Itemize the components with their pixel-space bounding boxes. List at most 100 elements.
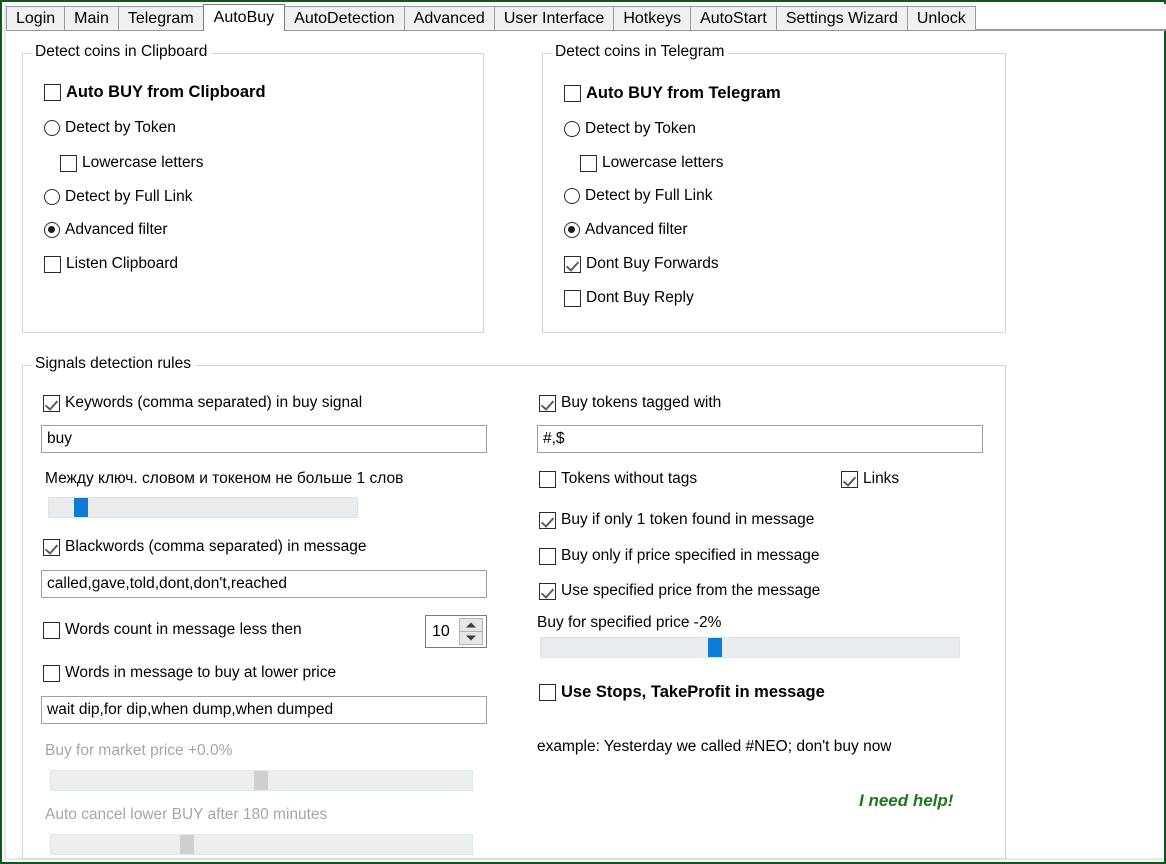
words-count-checkbox[interactable] — [43, 621, 60, 639]
clipboard-advanced-filter-label: Advanced filter — [65, 221, 168, 238]
telegram-lowercase-letters-checkbox[interactable] — [580, 154, 597, 172]
tab-autostart[interactable]: AutoStart — [690, 6, 777, 30]
distance-slider-track[interactable] — [48, 497, 358, 518]
i-need-help-link[interactable]: I need help! — [859, 791, 953, 811]
market-price-slider-label: Buy for market price +0.0% — [45, 742, 233, 759]
words-count-value[interactable]: 10 — [426, 616, 459, 647]
words-count-row[interactable]: Words count in message less then — [43, 621, 302, 639]
buy-tokens-tagged-input[interactable]: #,$ — [537, 425, 983, 453]
dont-buy-forwards-checkbox[interactable] — [564, 255, 581, 273]
clipboard-detect-by-full-link-label: Detect by Full Link — [65, 188, 193, 205]
lower-price-words-row[interactable]: Words in message to buy at lower price — [43, 664, 336, 682]
auto-buy-from-telegram-row[interactable]: Auto BUY from Telegram — [564, 84, 781, 103]
buy-only-if-price-row[interactable]: Buy only if price specified in message — [539, 547, 819, 565]
tab-strip: Login Main Telegram AutoBuy AutoDetectio… — [6, 4, 1166, 31]
lower-price-words-checkbox[interactable] — [43, 664, 60, 682]
distance-slider-thumb[interactable] — [74, 498, 88, 517]
use-specified-price-label: Use specified price from the message — [561, 582, 821, 599]
use-stops-checkbox[interactable] — [539, 684, 556, 701]
blackwords-row[interactable]: Blackwords (comma separated) in message — [43, 538, 367, 556]
use-stops-row[interactable]: Use Stops, TakeProfit in message — [539, 683, 825, 702]
listen-clipboard-checkbox[interactable] — [44, 255, 61, 273]
tokens-without-tags-row[interactable]: Tokens without tags — [539, 470, 697, 488]
telegram-group-title: Detect coins in Telegram — [551, 43, 729, 61]
telegram-lowercase-letters-row[interactable]: Lowercase letters — [580, 154, 723, 172]
buy-tokens-tagged-label: Buy tokens tagged with — [561, 394, 722, 411]
telegram-detect-by-full-link-radio[interactable] — [564, 188, 580, 204]
clipboard-detect-by-token-row[interactable]: Detect by Token — [44, 119, 176, 137]
clipboard-lowercase-letters-checkbox[interactable] — [60, 154, 77, 172]
specified-price-slider-thumb[interactable] — [708, 638, 722, 657]
tab-main[interactable]: Main — [64, 6, 119, 30]
auto-cancel-slider-track[interactable] — [50, 834, 473, 855]
tab-hotkeys[interactable]: Hotkeys — [613, 6, 692, 30]
buy-if-one-token-row[interactable]: Buy if only 1 token found in message — [539, 511, 814, 529]
signals-group-title: Signals detection rules — [31, 355, 195, 373]
clipboard-detect-by-token-label: Detect by Token — [65, 119, 176, 136]
market-price-slider[interactable] — [50, 770, 473, 791]
tab-telegram[interactable]: Telegram — [117, 6, 204, 30]
blackwords-checkbox[interactable] — [43, 538, 60, 556]
auto-cancel-slider-label: Auto cancel lower BUY after 180 minutes — [45, 806, 328, 823]
specified-price-slider-track[interactable] — [540, 637, 960, 658]
buy-tokens-tagged-row[interactable]: Buy tokens tagged with — [539, 394, 721, 412]
use-specified-price-row[interactable]: Use specified price from the message — [539, 582, 820, 600]
tab-user-interface[interactable]: User Interface — [493, 6, 615, 30]
auto-buy-from-telegram-checkbox[interactable] — [564, 85, 581, 102]
auto-buy-from-clipboard-row[interactable]: Auto BUY from Clipboard — [44, 83, 266, 102]
buy-if-one-token-checkbox[interactable] — [539, 511, 556, 529]
market-price-slider-thumb[interactable] — [254, 771, 268, 790]
dont-buy-reply-row[interactable]: Dont Buy Reply — [564, 289, 694, 307]
example-text: example: Yesterday we called #NEO; don't… — [537, 738, 892, 755]
telegram-detect-by-full-link-row[interactable]: Detect by Full Link — [564, 187, 713, 205]
keywords-row[interactable]: Keywords (comma separated) in buy signal — [43, 394, 362, 412]
signals-group: Signals detection rules Keywords (comma … — [22, 355, 1006, 859]
listen-clipboard-label: Listen Clipboard — [66, 255, 179, 272]
blackwords-input[interactable]: called,gave,told,dont,don't,reached — [41, 570, 487, 598]
telegram-advanced-filter-radio[interactable] — [564, 222, 580, 238]
telegram-lowercase-letters-label: Lowercase letters — [602, 154, 724, 171]
tab-autobuy[interactable]: AutoBuy — [202, 4, 286, 31]
clipboard-detect-by-full-link-radio[interactable] — [44, 189, 60, 205]
auto-cancel-slider-thumb[interactable] — [180, 835, 194, 854]
tab-login[interactable]: Login — [6, 6, 66, 30]
dont-buy-reply-checkbox[interactable] — [564, 289, 581, 307]
tab-settings-wizard[interactable]: Settings Wizard — [775, 6, 908, 30]
tokens-without-tags-checkbox[interactable] — [539, 470, 556, 488]
keywords-input[interactable]: buy — [41, 425, 487, 453]
clipboard-advanced-filter-row[interactable]: Advanced filter — [44, 221, 168, 239]
links-row[interactable]: Links — [841, 470, 899, 488]
telegram-detect-by-token-row[interactable]: Detect by Token — [564, 120, 696, 138]
tab-advanced[interactable]: Advanced — [403, 6, 495, 30]
links-checkbox[interactable] — [841, 470, 858, 488]
auto-cancel-slider[interactable] — [50, 834, 473, 855]
words-count-label: Words count in message less then — [65, 621, 302, 638]
lower-price-words-input[interactable]: wait dip,for dip,when dump,when dumped — [41, 696, 487, 724]
dont-buy-reply-label: Dont Buy Reply — [586, 289, 694, 306]
words-count-decrement-icon[interactable] — [459, 632, 483, 645]
buy-only-if-price-checkbox[interactable] — [539, 547, 556, 565]
tab-unlock[interactable]: Unlock — [906, 6, 976, 30]
auto-buy-from-clipboard-checkbox[interactable] — [44, 84, 61, 101]
window-client-area: Login Main Telegram AutoBuy AutoDetectio… — [4, 4, 1166, 860]
listen-clipboard-row[interactable]: Listen Clipboard — [44, 255, 178, 273]
distance-slider[interactable] — [48, 497, 358, 518]
buy-tokens-tagged-checkbox[interactable] — [539, 394, 556, 412]
telegram-advanced-filter-row[interactable]: Advanced filter — [564, 221, 688, 239]
words-count-increment-icon[interactable] — [459, 618, 483, 632]
dont-buy-forwards-row[interactable]: Dont Buy Forwards — [564, 255, 719, 273]
words-count-stepper[interactable]: 10 — [425, 615, 487, 648]
keywords-checkbox[interactable] — [43, 394, 60, 412]
keywords-label: Keywords (comma separated) in buy signal — [65, 394, 363, 411]
clipboard-detect-by-token-radio[interactable] — [44, 120, 60, 136]
tab-autodetection[interactable]: AutoDetection — [284, 6, 405, 30]
clipboard-detect-by-full-link-row[interactable]: Detect by Full Link — [44, 188, 193, 206]
clipboard-lowercase-letters-row[interactable]: Lowercase letters — [60, 154, 203, 172]
clipboard-advanced-filter-radio[interactable] — [44, 222, 60, 238]
telegram-detect-by-token-radio[interactable] — [564, 121, 580, 137]
telegram-advanced-filter-label: Advanced filter — [585, 221, 688, 238]
links-label: Links — [863, 470, 900, 487]
specified-price-slider[interactable] — [540, 637, 960, 658]
app-window: Login Main Telegram AutoBuy AutoDetectio… — [0, 0, 1166, 864]
use-specified-price-checkbox[interactable] — [539, 582, 556, 600]
